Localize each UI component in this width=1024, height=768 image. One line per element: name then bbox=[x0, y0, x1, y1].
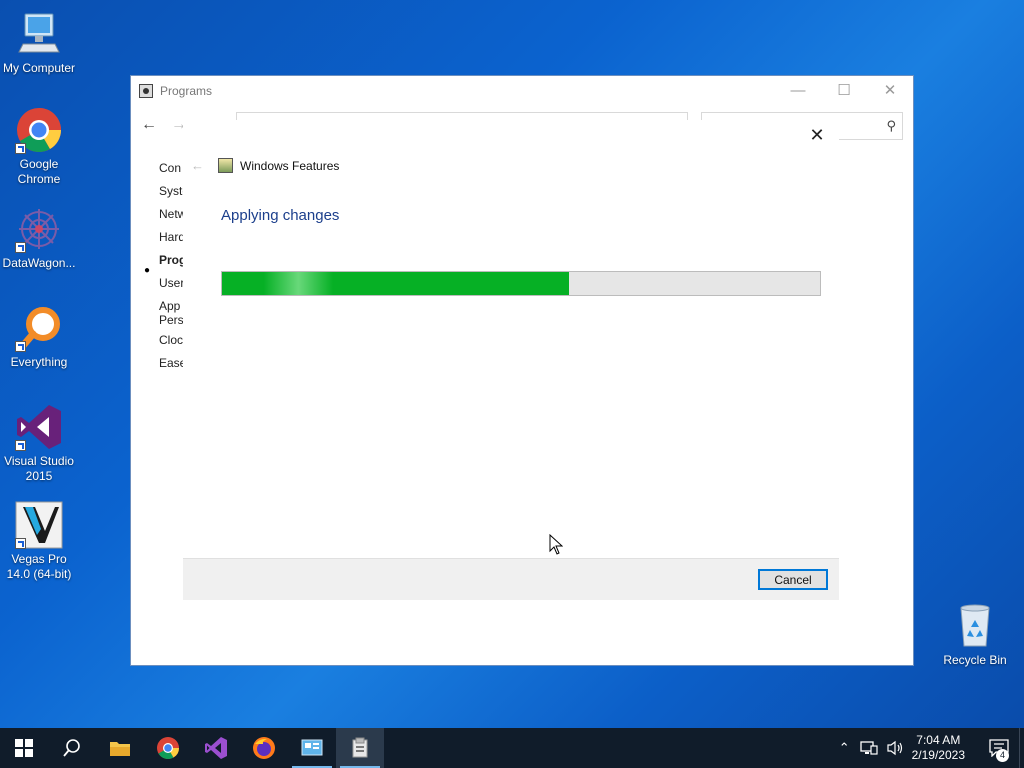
taskbar-chrome[interactable] bbox=[144, 728, 192, 768]
shortcut-arrow-icon bbox=[15, 143, 26, 154]
desktop-icon-label: Vegas Pro 14.0 (64-bit) bbox=[6, 552, 72, 581]
vegas-pro-icon bbox=[15, 501, 63, 549]
desktop-icon-label: Google Chrome bbox=[17, 157, 61, 186]
chrome-icon bbox=[15, 106, 63, 154]
desktop-icon-visual-studio[interactable]: Visual Studio 2015 bbox=[0, 403, 78, 484]
desktop-icon-datawagon[interactable]: DataWagon... bbox=[0, 205, 78, 271]
visual-studio-icon bbox=[205, 737, 227, 759]
dialog-title: Windows Features bbox=[240, 158, 340, 173]
chevron-up-icon[interactable]: ⌃ bbox=[839, 740, 850, 756]
progress-bar bbox=[221, 271, 821, 296]
windows-features-dialog: ✕ ← Windows Features Applying changes Ca… bbox=[183, 120, 839, 600]
status-heading: Applying changes bbox=[221, 207, 340, 224]
sidebar-item[interactable]: Syste bbox=[159, 184, 183, 207]
desktop-icon-vegas-pro[interactable]: Vegas Pro 14.0 (64-bit) bbox=[0, 501, 78, 582]
control-panel-icon bbox=[301, 739, 323, 756]
back-arrow-icon[interactable]: ← bbox=[141, 116, 157, 134]
taskbar-file-explorer[interactable] bbox=[96, 728, 144, 768]
desktop-icon-recycle-bin[interactable]: Recycle Bin bbox=[936, 602, 1014, 668]
notification-badge: 4 bbox=[996, 749, 1009, 762]
computer-icon bbox=[15, 10, 63, 58]
desktop-icon-everything[interactable]: Everything bbox=[0, 304, 78, 370]
firefox-icon bbox=[253, 737, 275, 759]
desktop-icon-google-chrome[interactable]: Google Chrome bbox=[0, 106, 78, 187]
cancel-button[interactable]: Cancel bbox=[758, 569, 828, 590]
shortcut-arrow-icon bbox=[15, 341, 26, 352]
close-window-button[interactable]: ✕ bbox=[867, 76, 913, 104]
taskbar-control-panel[interactable] bbox=[288, 728, 336, 768]
recycle-bin-icon bbox=[951, 602, 999, 650]
desktop-icon-label: Everything bbox=[10, 355, 68, 369]
clock-date: 2/19/2023 bbox=[911, 748, 965, 762]
system-tray: ⌃ 7:04 AM 2/19/2023 4 bbox=[839, 728, 1024, 768]
shortcut-arrow-icon bbox=[15, 440, 26, 451]
close-icon: ✕ bbox=[809, 125, 825, 145]
active-bullet-icon: ● bbox=[144, 265, 151, 276]
sidebar-item[interactable]: User bbox=[159, 276, 183, 299]
back-arrow-icon[interactable]: ← bbox=[191, 158, 204, 173]
window-title: Programs bbox=[160, 84, 213, 98]
visual-studio-icon bbox=[15, 403, 63, 451]
folder-icon bbox=[110, 742, 130, 756]
start-button[interactable] bbox=[0, 728, 48, 768]
shortcut-arrow-icon bbox=[15, 242, 26, 253]
maximize-button[interactable]: ☐ bbox=[821, 76, 867, 104]
network-icon[interactable] bbox=[859, 740, 878, 756]
desktop-icon-label: DataWagon... bbox=[2, 256, 76, 270]
taskbar-visual-studio[interactable] bbox=[192, 728, 240, 768]
windows-features-icon bbox=[218, 158, 233, 173]
sidebar-item[interactable]: Netw bbox=[159, 207, 183, 230]
sidebar-item[interactable]: Hard bbox=[159, 230, 183, 253]
maximize-icon: ☐ bbox=[837, 82, 851, 99]
clock[interactable]: 7:04 AM 2/19/2023 bbox=[904, 733, 979, 763]
sidebar-item[interactable]: Clock bbox=[159, 333, 183, 356]
windows-features-icon bbox=[352, 737, 368, 758]
chrome-icon bbox=[157, 737, 179, 759]
control-panel-icon bbox=[139, 84, 153, 98]
action-center-button[interactable]: 4 bbox=[979, 728, 1019, 768]
clock-time: 7:04 AM bbox=[916, 733, 961, 747]
mouse-pointer-icon bbox=[549, 533, 564, 558]
search-icon bbox=[63, 739, 80, 757]
close-icon: ✕ bbox=[883, 82, 897, 99]
windows-logo-icon bbox=[15, 739, 33, 757]
close-dialog-button[interactable]: ✕ bbox=[805, 126, 829, 146]
dialog-footer: Cancel bbox=[183, 558, 839, 600]
minimize-icon: — bbox=[790, 81, 806, 99]
sidebar-item[interactable]: Con bbox=[159, 161, 183, 184]
search-icon: ⚲ bbox=[886, 118, 896, 133]
volume-icon[interactable] bbox=[886, 740, 904, 756]
show-desktop-button[interactable] bbox=[1019, 728, 1024, 768]
shortcut-arrow-icon bbox=[15, 538, 26, 549]
desktop-icon-label: My Computer bbox=[2, 61, 76, 75]
taskbar-windows-features[interactable] bbox=[336, 728, 384, 768]
everything-magnifier-icon bbox=[15, 304, 63, 352]
control-panel-sidebar: Con Syste Netw Hard Prog User App Pers C… bbox=[159, 161, 183, 379]
progress-bar-fill bbox=[222, 272, 569, 295]
taskbar-search-button[interactable] bbox=[48, 728, 96, 768]
desktop-icon-my-computer[interactable]: My Computer bbox=[0, 10, 78, 76]
minimize-button[interactable]: — bbox=[775, 76, 821, 104]
desktop-icon-label: Recycle Bin bbox=[943, 653, 1007, 667]
sidebar-item[interactable]: App Pers bbox=[159, 299, 183, 333]
sidebar-item[interactable]: Ease bbox=[159, 356, 183, 379]
taskbar-firefox[interactable] bbox=[240, 728, 288, 768]
taskbar: ⌃ 7:04 AM 2/19/2023 4 bbox=[0, 728, 1024, 768]
sidebar-item-active[interactable]: Prog bbox=[159, 253, 183, 276]
datawagon-icon bbox=[15, 205, 63, 253]
desktop-icon-label: Visual Studio 2015 bbox=[4, 454, 74, 483]
